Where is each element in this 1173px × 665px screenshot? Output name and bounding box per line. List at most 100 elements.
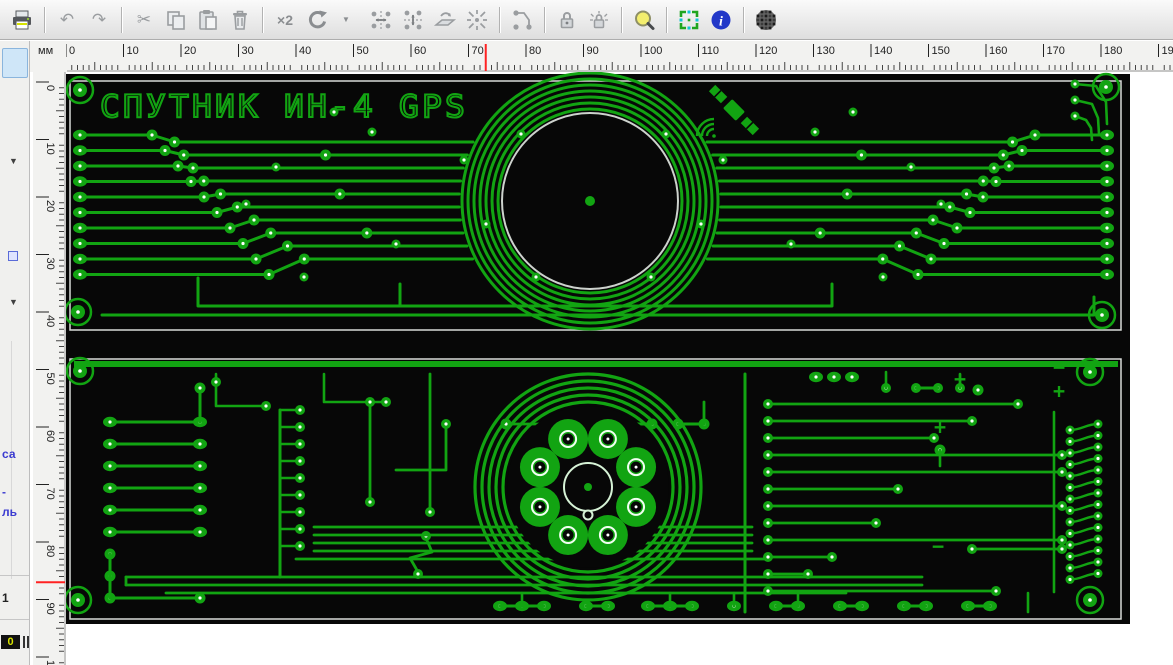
toolbar-separator bbox=[743, 6, 744, 33]
toolbar-separator bbox=[666, 6, 667, 33]
lock-auto-button[interactable] bbox=[585, 6, 613, 34]
panel-dropdown-arrow[interactable]: ▼ bbox=[9, 156, 18, 166]
svg-text:50: 50 bbox=[357, 45, 369, 57]
panel-dropdown-arrow[interactable]: ▼ bbox=[9, 297, 18, 307]
print-icon bbox=[13, 10, 31, 29]
svg-text:180: 180 bbox=[1104, 45, 1122, 57]
duplicate-x2-button[interactable]: ×2 bbox=[271, 6, 299, 34]
print-button[interactable] bbox=[8, 6, 36, 34]
lock-auto-icon bbox=[590, 10, 608, 28]
svg-text:160: 160 bbox=[989, 45, 1007, 57]
svg-text:190: 190 bbox=[1162, 45, 1173, 57]
cut-button[interactable]: ✂ bbox=[130, 6, 158, 34]
layer-indicator[interactable]: 0 bbox=[1, 635, 29, 649]
svg-text:110: 110 bbox=[702, 45, 720, 57]
svg-text:90: 90 bbox=[587, 45, 599, 57]
lock-button[interactable] bbox=[553, 6, 581, 34]
polarity-minus-label: − bbox=[932, 534, 944, 558]
delete-button[interactable] bbox=[226, 6, 254, 34]
svg-text:80: 80 bbox=[529, 45, 541, 57]
rotate-options-icon: ▼ bbox=[342, 15, 350, 24]
panel-label-fragment: са bbox=[2, 447, 16, 461]
paste-button[interactable] bbox=[194, 6, 222, 34]
svg-text:10: 10 bbox=[127, 45, 139, 57]
pcb-artwork: СПУТНИК ИН-4 GPS++−−+ bbox=[63, 71, 1130, 624]
panel-label-fragment: 1 bbox=[2, 591, 9, 605]
capture-area-button[interactable] bbox=[675, 6, 703, 34]
svg-text:170: 170 bbox=[1047, 45, 1065, 57]
svg-text:0: 0 bbox=[44, 85, 56, 91]
svg-text:20: 20 bbox=[44, 200, 56, 212]
rotate-button[interactable] bbox=[303, 6, 331, 34]
svg-text:90: 90 bbox=[44, 603, 56, 615]
copy-button[interactable] bbox=[162, 6, 190, 34]
panel-separator bbox=[0, 575, 29, 576]
flip-board-icon bbox=[433, 11, 457, 26]
panel-separator bbox=[0, 619, 29, 620]
svg-text:30: 30 bbox=[242, 45, 254, 57]
rotate-options-button[interactable]: ▼ bbox=[335, 6, 363, 34]
board-title: СПУТНИК ИН-4 GPS bbox=[100, 89, 468, 125]
horizontal-ruler: 0 10 20 30 40 50 60 70 80 90 100 110 120 130 140 150 160… bbox=[65, 41, 1173, 72]
svg-text:30: 30 bbox=[44, 258, 56, 270]
rotate-icon bbox=[308, 10, 327, 28]
svg-text:130: 130 bbox=[817, 45, 835, 57]
svg-text:150: 150 bbox=[932, 45, 950, 57]
toolbar-separator bbox=[262, 6, 263, 33]
mirror-horizontal-button[interactable] bbox=[367, 6, 395, 34]
svg-text:60: 60 bbox=[414, 45, 426, 57]
mirror-vertical-icon bbox=[404, 10, 422, 29]
polarity-plus-label: + bbox=[954, 367, 966, 391]
toolbar-separator bbox=[544, 6, 545, 33]
cut-icon: ✂ bbox=[136, 9, 152, 29]
zoom-tool-icon bbox=[635, 10, 655, 30]
polarity-plus-label: + bbox=[1053, 379, 1065, 403]
info-button[interactable]: i bbox=[707, 6, 735, 34]
panel-swatch[interactable] bbox=[2, 48, 28, 78]
flip-board-button[interactable] bbox=[431, 6, 459, 34]
info-icon: i bbox=[711, 10, 731, 29]
polarity-plus-label: + bbox=[934, 415, 946, 439]
undo-icon: ↶ bbox=[59, 9, 75, 29]
undo-button[interactable]: ↶ bbox=[53, 6, 81, 34]
mirror-horizontal-icon bbox=[371, 10, 391, 29]
svg-text:60: 60 bbox=[44, 430, 56, 442]
photo-view-button[interactable] bbox=[752, 6, 780, 34]
layer-bars-icon bbox=[23, 636, 29, 648]
svg-text:0: 0 bbox=[69, 45, 75, 57]
svg-text:70: 70 bbox=[472, 45, 484, 57]
duplicate-x2-icon: ×2 bbox=[277, 11, 293, 28]
toolbar-separator bbox=[499, 6, 500, 33]
panel-label-fragment: - bbox=[2, 485, 6, 499]
route-connect-icon bbox=[513, 9, 532, 30]
toolbar: ↶ ↷ ✂ ×2 ▼ i bbox=[0, 0, 1173, 40]
svg-text:40: 40 bbox=[44, 315, 56, 327]
panel-mini-icon[interactable] bbox=[8, 251, 18, 261]
svg-text:100: 100 bbox=[644, 45, 662, 57]
redo-icon: ↷ bbox=[91, 9, 107, 29]
svg-text:100: 100 bbox=[44, 660, 56, 665]
mirror-vertical-button[interactable] bbox=[399, 6, 427, 34]
svg-text:20: 20 bbox=[184, 45, 196, 57]
route-connect-button[interactable] bbox=[508, 6, 536, 34]
svg-text:i: i bbox=[719, 14, 723, 29]
svg-text:80: 80 bbox=[44, 545, 56, 557]
svg-text:140: 140 bbox=[874, 45, 892, 57]
align-center-icon bbox=[467, 9, 487, 30]
toolbar-separator bbox=[121, 6, 122, 33]
redo-button[interactable]: ↷ bbox=[85, 6, 113, 34]
capture-area-icon bbox=[679, 10, 699, 29]
svg-text:40: 40 bbox=[299, 45, 311, 57]
svg-text:70: 70 bbox=[44, 488, 56, 500]
paste-icon bbox=[199, 9, 217, 30]
left-panel: ▼ ▼ са - ль 1 0 bbox=[0, 41, 30, 665]
align-center-button[interactable] bbox=[463, 6, 491, 34]
toolbar-separator bbox=[44, 6, 45, 33]
zoom-tool-button[interactable] bbox=[630, 6, 658, 34]
panel-label-fragment: ль bbox=[2, 505, 17, 519]
delete-icon bbox=[233, 10, 247, 30]
polarity-minus-label: − bbox=[1053, 355, 1065, 379]
photo-view-icon bbox=[756, 9, 776, 30]
lock-icon bbox=[560, 11, 574, 28]
pcb-canvas[interactable]: СПУТНИК ИН-4 GPS + + − − + bbox=[63, 71, 1173, 665]
